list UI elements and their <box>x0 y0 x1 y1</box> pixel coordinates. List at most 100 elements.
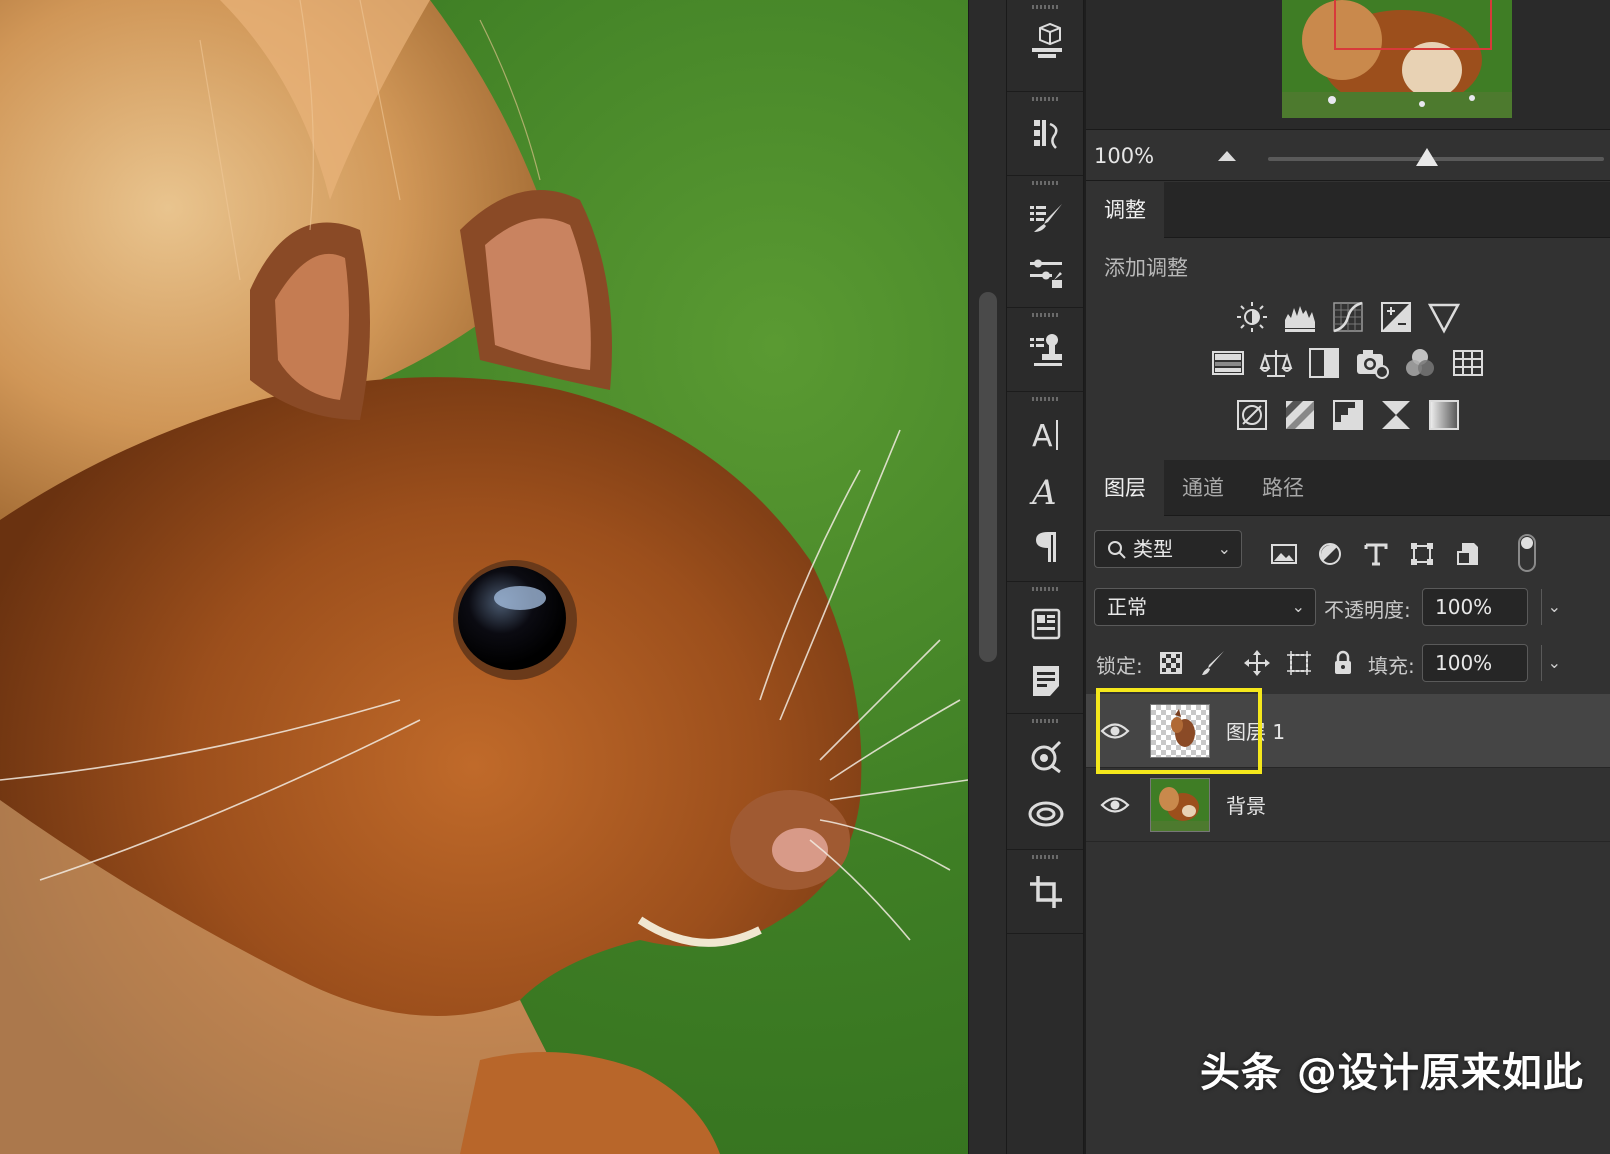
group-grip[interactable] <box>1032 5 1060 9</box>
channel-mixer-button[interactable] <box>1403 346 1437 380</box>
threshold-button[interactable] <box>1331 398 1365 432</box>
glyphs-panel-button[interactable]: A <box>1007 462 1085 518</box>
chevron-down-icon[interactable]: ⌄ <box>1540 645 1561 681</box>
adjustments-tabbar: 调整 <box>1086 182 1610 238</box>
layer-row[interactable]: 图层 1 <box>1086 688 1610 774</box>
color-balance-icon <box>1259 350 1293 377</box>
layer-row[interactable]: 背景 <box>1086 768 1610 842</box>
crop-icon <box>1030 876 1062 908</box>
properties-panel-button[interactable] <box>1007 596 1085 652</box>
layer-filter-select[interactable]: 类型 ⌄ <box>1094 530 1242 568</box>
color-lookup-button[interactable] <box>1451 346 1485 380</box>
gradient-map-button[interactable] <box>1427 398 1461 432</box>
canvas-vertical-scrollbar[interactable] <box>968 0 1006 1154</box>
curves-button[interactable] <box>1331 300 1365 334</box>
3d-cube-icon <box>1032 22 1062 58</box>
chevron-down-icon: ⌄ <box>1291 597 1305 616</box>
lock-artboard-button[interactable] <box>1284 648 1314 678</box>
layer-name[interactable]: 背景 <box>1226 790 1266 819</box>
tab-paths[interactable]: 路径 <box>1244 460 1322 516</box>
group-grip[interactable] <box>1032 181 1060 185</box>
posterize-icon <box>1286 401 1314 429</box>
group-grip[interactable] <box>1032 397 1060 401</box>
lock-position-button[interactable] <box>1242 648 1272 678</box>
invert-icon <box>1237 400 1267 430</box>
lock-icon <box>1335 650 1351 674</box>
selective-color-icon <box>1382 401 1410 429</box>
blend-mode-value: 正常 <box>1107 595 1147 619</box>
glyphs-icon: A <box>1029 473 1057 510</box>
tool-group-notes <box>1007 582 1083 714</box>
group-grip[interactable] <box>1032 97 1060 101</box>
filter-type-button[interactable] <box>1360 538 1392 570</box>
right-panels: 100% 调整 添加调整 图层 通道 路径 类型 ⌄ 正常 ⌄ 不透明度: 10… <box>1086 0 1610 1154</box>
filter-adjustment-button[interactable] <box>1314 538 1346 570</box>
black-white-button[interactable] <box>1307 346 1341 380</box>
properties-icon <box>1031 608 1061 640</box>
adjustments-presets-button[interactable] <box>1007 246 1085 302</box>
lock-pixels-button[interactable] <box>1198 648 1228 678</box>
brightness-contrast-icon <box>1237 302 1267 332</box>
group-grip[interactable] <box>1032 313 1060 317</box>
navigator-thumbnail[interactable] <box>1282 0 1512 118</box>
notes-panel-button[interactable] <box>1007 652 1085 708</box>
filter-shape-button[interactable] <box>1406 538 1438 570</box>
tab-layers[interactable]: 图层 <box>1086 460 1164 516</box>
exposure-button[interactable] <box>1379 300 1413 334</box>
navigator-view-box[interactable] <box>1334 0 1492 50</box>
chevron-down-icon[interactable]: ⌄ <box>1540 589 1561 625</box>
group-grip[interactable] <box>1032 719 1060 723</box>
lock-all-button[interactable] <box>1328 648 1358 678</box>
color-balance-button[interactable] <box>1259 346 1293 380</box>
checkerboard-icon <box>1160 652 1182 674</box>
scrollbar-thumb[interactable] <box>979 292 997 662</box>
smart-object-icon <box>1457 543 1478 565</box>
tool-group-type: A A <box>1007 392 1083 582</box>
layers-list: 图层 1 背景 <box>1086 688 1610 842</box>
brightness-contrast-button[interactable] <box>1235 300 1269 334</box>
layers-filter-row: 类型 ⌄ <box>1086 528 1610 584</box>
svg-text:A: A <box>1029 473 1057 510</box>
filter-pixel-button[interactable] <box>1268 538 1300 570</box>
zoom-out-mountain-icon[interactable] <box>1216 149 1238 163</box>
crop-tool-button[interactable] <box>1007 864 1085 920</box>
gradient-map-icon <box>1429 400 1459 430</box>
brush-icon <box>1202 651 1224 675</box>
photoshop-window: A A 100% 调整 添加调整 图层 通道 路径 类型 ⌄ 正常 ⌄ 不透明度… <box>0 0 1610 1154</box>
photo-filter-button[interactable] <box>1355 346 1389 380</box>
filter-smart-object-button[interactable] <box>1452 538 1484 570</box>
lock-transparent-button[interactable] <box>1156 648 1186 678</box>
document-canvas[interactable] <box>0 0 968 1154</box>
tab-adjustments[interactable]: 调整 <box>1086 182 1164 238</box>
3d-panel-button[interactable] <box>1007 14 1085 70</box>
clone-source-button[interactable] <box>1007 322 1085 378</box>
group-grip[interactable] <box>1032 855 1060 859</box>
opacity-input[interactable]: 100% ⌄ <box>1422 588 1561 626</box>
vibrance-icon <box>1427 303 1461 334</box>
fill-label: 填充: <box>1368 654 1415 678</box>
discover-panel-button[interactable] <box>1007 728 1085 784</box>
zoom-value[interactable]: 100% <box>1094 141 1196 171</box>
character-panel-button[interactable]: A <box>1007 406 1085 462</box>
blend-mode-select[interactable]: 正常 ⌄ <box>1094 588 1316 626</box>
vibrance-button[interactable] <box>1427 300 1461 334</box>
visibility-eye-icon[interactable] <box>1100 792 1130 818</box>
fill-input[interactable]: 100% ⌄ <box>1422 644 1561 682</box>
group-grip[interactable] <box>1032 587 1060 591</box>
paragraph-panel-button[interactable] <box>1007 518 1085 574</box>
brush-settings-button[interactable] <box>1007 190 1085 246</box>
history-panel-button[interactable] <box>1007 106 1085 162</box>
invert-button[interactable] <box>1235 398 1269 432</box>
creative-cloud-libraries-icon <box>1028 801 1064 827</box>
selective-color-button[interactable] <box>1379 398 1413 432</box>
search-icon <box>1108 541 1126 559</box>
filter-toggle[interactable] <box>1518 534 1536 572</box>
libraries-panel-button[interactable] <box>1007 784 1085 840</box>
levels-button[interactable] <box>1283 300 1317 334</box>
image-icon <box>1271 544 1297 564</box>
zoom-slider-knob[interactable] <box>1416 148 1438 166</box>
tab-channels[interactable]: 通道 <box>1164 460 1242 516</box>
discover-icon <box>1031 740 1062 774</box>
hue-saturation-button[interactable] <box>1211 346 1245 380</box>
posterize-button[interactable] <box>1283 398 1317 432</box>
